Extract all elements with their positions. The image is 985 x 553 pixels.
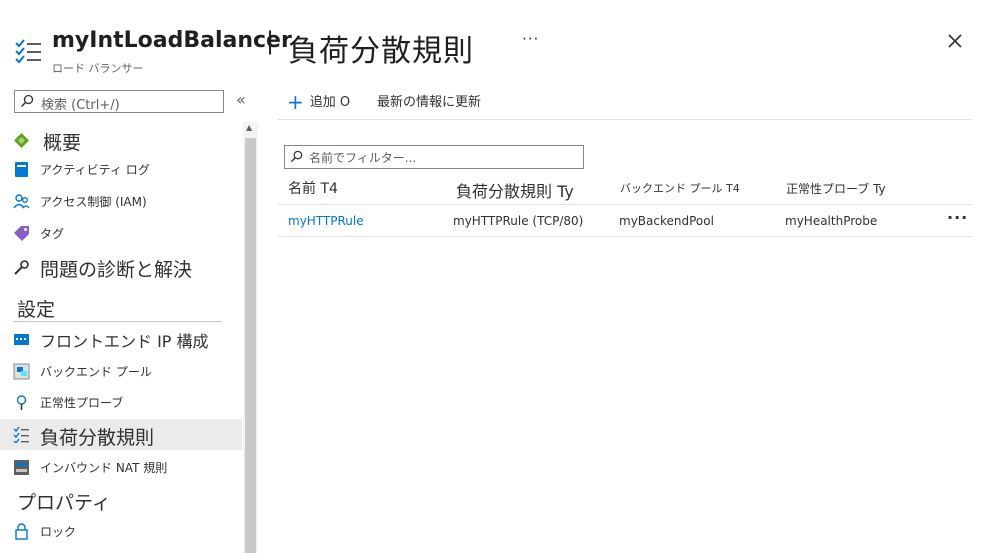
search-icon (20, 94, 34, 108)
refresh-button[interactable]: 最新の情報に更新 (377, 91, 481, 110)
add-button[interactable]: + 追加 O (287, 90, 350, 114)
column-header-backend-pool[interactable]: バックエンド プール T4 (620, 180, 740, 196)
sidebar-item-frontend-ip[interactable]: フロントエンド IP 構成 (0, 328, 242, 352)
sidebar-scrollbar-thumb[interactable] (245, 138, 256, 553)
lb-rules-header-icon (15, 39, 41, 64)
sidebar-item-label: 概要 (43, 131, 82, 154)
sidebar-item-locks[interactable]: ロック (0, 520, 242, 542)
sidebar-item-nat-rules[interactable]: インバウンド NAT 規則 (0, 456, 242, 478)
sidebar-item-backend-pool[interactable]: バックエンド プール (0, 360, 242, 382)
add-button-label: 追加 O (309, 95, 351, 110)
scroll-up-arrow-icon[interactable]: ▲ (246, 123, 252, 132)
row-more-actions-button[interactable]: ··· (947, 208, 968, 227)
sidebar-item-label: インバウンド NAT 規則 (40, 460, 168, 475)
search-icon (290, 150, 303, 163)
plus-icon: + (287, 90, 304, 114)
section-divider (13, 321, 222, 322)
section-settings: 設定 (17, 299, 56, 321)
sidebar-item-lb-rules[interactable]: 負荷分散規則 (0, 419, 242, 450)
page-title: 負荷分散規則 (288, 34, 474, 69)
backend-pool-icon (13, 363, 30, 380)
close-icon[interactable] (944, 30, 966, 52)
wrench-icon (14, 260, 29, 275)
column-header-name[interactable]: 名前 T4 (288, 178, 338, 198)
sidebar-item-iam[interactable]: アクセス制御 (IAM) (0, 190, 242, 212)
sidebar-item-activity-log[interactable]: アクティビティ ログ (0, 158, 242, 180)
sidebar-item-label: アクティビティ ログ (40, 162, 150, 177)
filter-placeholder: 名前でフィルター... (309, 151, 417, 165)
more-actions-button[interactable]: ··· (522, 30, 539, 48)
tag-icon (14, 226, 29, 241)
column-header-health-probe[interactable]: 正常性プローブ Ty (786, 180, 886, 197)
sidebar-item-label: タグ (40, 226, 65, 241)
frontend-ip-icon (14, 334, 29, 345)
backend-pool-cell: myBackendPool (619, 214, 714, 228)
nat-rules-icon (14, 460, 29, 475)
sidebar-item-label: 負荷分散規則 (40, 427, 155, 449)
health-probe-cell: myHealthProbe (785, 214, 878, 228)
rule-name-link[interactable]: myHTTPRule (288, 214, 364, 228)
table-header-divider (278, 204, 971, 205)
iam-icon (13, 194, 30, 209)
resource-name: myIntLoadBalancer (52, 28, 292, 53)
filter-input[interactable]: 名前でフィルター... (284, 145, 584, 169)
sidebar-item-diagnose[interactable]: 問題の診断と解決 (0, 255, 242, 281)
sidebar-item-label: バックエンド プール (40, 364, 152, 379)
sidebar-item-tags[interactable]: タグ (0, 222, 242, 244)
title-separator: | (266, 27, 275, 55)
sidebar-search-input[interactable]: 検索 (Ctrl+/) (14, 90, 224, 113)
command-bar-divider (278, 119, 971, 120)
sidebar-item-label: ロック (40, 524, 77, 539)
health-probe-icon (16, 395, 27, 410)
sidebar-item-overview[interactable]: 概要 (0, 128, 242, 154)
collapse-sidebar-button[interactable]: « (236, 90, 246, 109)
table-row-divider (278, 236, 971, 237)
resource-type: ロード バランサー (52, 62, 144, 75)
sidebar-item-label: アクセス制御 (IAM) (40, 194, 147, 209)
activity-log-icon (15, 162, 28, 177)
overview-icon (14, 133, 29, 148)
sidebar-item-label: フロントエンド IP 構成 (40, 332, 209, 351)
sidebar-item-label: 問題の診断と解決 (40, 258, 193, 281)
lb-rules-icon (13, 426, 29, 443)
sidebar-item-label: 正常性プローブ (40, 395, 124, 410)
sidebar-item-health-probe[interactable]: 正常性プローブ (0, 391, 242, 413)
column-header-lb-rule[interactable]: 負荷分散規則 Ty (456, 178, 574, 202)
search-placeholder: 検索 (Ctrl+/) (41, 98, 120, 113)
lock-icon (15, 523, 28, 540)
section-properties: プロパティ (17, 492, 111, 514)
rule-cell: myHTTPRule (TCP/80) (453, 214, 584, 228)
